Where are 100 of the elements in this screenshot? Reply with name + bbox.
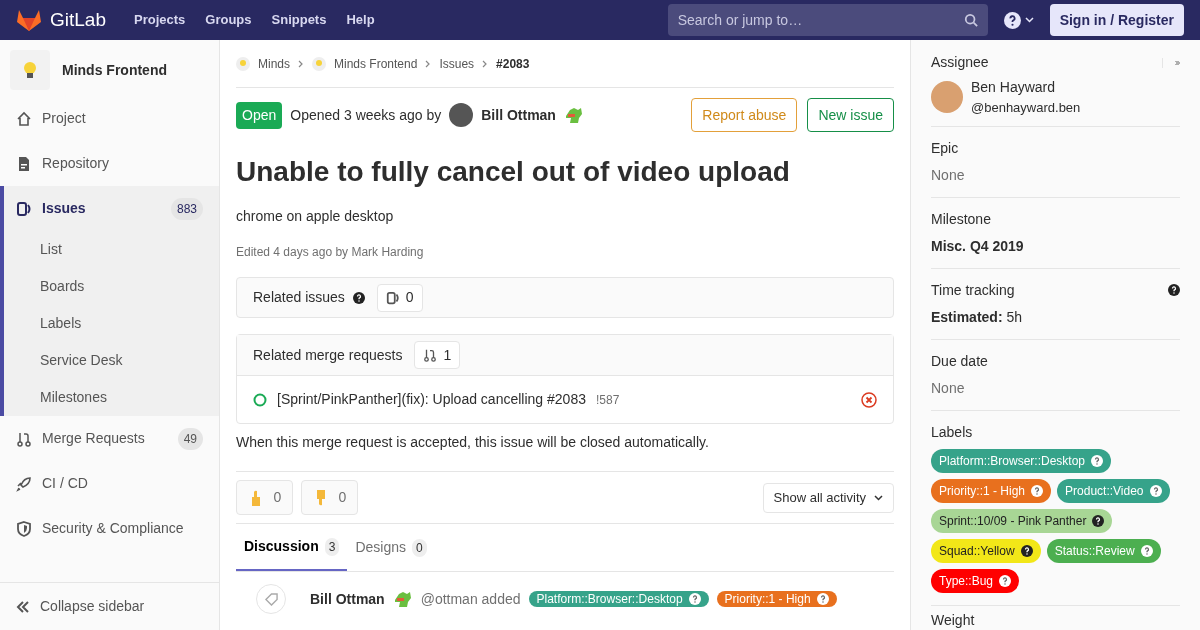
assignee-username: @benhayward.ben	[971, 99, 1081, 117]
section-heading: Assignee	[931, 53, 989, 72]
sidebar-item[interactable]: Project	[4, 96, 219, 141]
status-badge: Open	[236, 101, 283, 129]
help-icon	[1149, 484, 1162, 497]
breadcrumb-link[interactable]: Minds Frontend	[312, 54, 418, 73]
section-heading: Epic	[931, 138, 959, 158]
author-link[interactable]: Bill Ottman	[481, 104, 556, 126]
project-name[interactable]: Minds Frontend	[62, 59, 167, 81]
breadcrumb-link[interactable]: Minds	[236, 54, 290, 73]
card-title: Related merge requests	[253, 345, 403, 365]
nav-link[interactable]: Help	[346, 10, 375, 30]
count-badge: 1	[414, 341, 461, 369]
sidebar-item[interactable]: Merge Requests 49	[4, 416, 219, 461]
sign-in-button[interactable]: Sign in / Register	[1049, 4, 1184, 36]
activity-text: @ottman added	[420, 589, 521, 609]
issue-description: chrome on apple desktop	[236, 207, 395, 226]
rocket-icon	[16, 475, 32, 492]
action-button[interactable]: New issue	[807, 98, 894, 132]
help-icon	[1031, 484, 1044, 497]
count-badge: 0	[412, 538, 427, 557]
fox-logo-icon	[16, 8, 42, 32]
help-icon	[1092, 514, 1105, 527]
help-icon	[999, 574, 1012, 587]
search-icon	[963, 13, 978, 27]
tag-icon	[256, 584, 286, 614]
brand-name[interactable]: GitLab	[50, 5, 106, 35]
section-heading: Labels	[931, 423, 973, 440]
breadcrumb-link[interactable]: #2083	[496, 54, 530, 73]
sidebar-subitem[interactable]: List	[4, 231, 219, 268]
sidebar-item[interactable]: CI / CD	[4, 461, 219, 506]
count-badge: 883	[170, 197, 203, 220]
sidebar-subitem[interactable]: Boards	[4, 268, 219, 305]
label-badge[interactable]: Squad::Yellow	[931, 538, 1041, 563]
author-link[interactable]: Bill Ottman	[310, 588, 385, 610]
tab[interactable]: Designs 0	[347, 524, 435, 571]
open-status-icon	[253, 392, 267, 407]
remove-icon[interactable]	[861, 391, 877, 408]
section-value: Estimated: 5h	[931, 307, 1024, 327]
home-icon	[16, 110, 32, 127]
section-heading: Time tracking	[931, 280, 1015, 300]
opened-text: Opened 3 weeks ago by	[290, 105, 442, 125]
issues-icon	[385, 290, 400, 305]
section-value: None	[931, 165, 966, 185]
chevron-down-icon	[874, 494, 883, 501]
activity-filter-dropdown[interactable]: Show all activity	[762, 482, 894, 513]
document-icon	[16, 155, 32, 172]
merge-request-ref: !587	[595, 391, 620, 409]
double-chevron-left-icon	[16, 600, 30, 613]
count-badge: 3	[324, 537, 340, 556]
section-value: None	[931, 378, 966, 398]
help-icon	[352, 291, 365, 304]
chevron-right-icon	[482, 59, 489, 68]
nav-link[interactable]: Projects	[134, 10, 186, 30]
card-title: Related issues	[253, 288, 345, 307]
help-icon	[1140, 544, 1153, 557]
section-heading: Weight	[931, 611, 976, 628]
issues-icon	[16, 200, 32, 217]
assignee-avatar	[931, 81, 963, 114]
sidebar-item[interactable]: Security & Compliance	[4, 506, 219, 551]
merge-note: When this merge request is accepted, this issue will be closed automatically.	[236, 432, 894, 472]
merge-request-icon	[423, 348, 438, 362]
section-heading: Milestone	[931, 209, 991, 229]
help-dropdown[interactable]	[1003, 11, 1034, 29]
sidebar-item[interactable]: Repository	[4, 141, 219, 186]
breadcrumb-link[interactable]: Issues	[439, 54, 475, 73]
lightbulb-icon	[236, 56, 250, 71]
merge-request-icon	[16, 430, 32, 447]
section-heading: Due date	[931, 351, 988, 371]
shield-icon	[16, 520, 32, 537]
sidebar-subitem[interactable]: Milestones	[4, 379, 219, 416]
help-icon	[1020, 544, 1033, 557]
section-value[interactable]: Misc. Q4 2019	[931, 235, 1180, 257]
sidebar-subitem[interactable]: Labels	[4, 305, 219, 342]
label-badge[interactable]: Type::Bug	[931, 568, 1020, 593]
chevron-right-icon	[425, 59, 432, 68]
chevron-down-icon	[1024, 17, 1034, 23]
label-badge[interactable]: Sprint::10/09 - Pink Panther	[931, 508, 1113, 533]
nav-link[interactable]: Snippets	[271, 10, 327, 30]
chevron-right-icon	[298, 59, 304, 68]
sidebar-item[interactable]: Issues 883	[4, 186, 219, 231]
help-icon	[1091, 454, 1104, 467]
issue-title: Unable to fully cancel out of video upload	[236, 155, 791, 189]
nav-link[interactable]: Groups	[205, 10, 252, 30]
merge-request-link[interactable]: [Sprint/PinkPanther](fix): Upload cancelling #2083	[277, 389, 586, 410]
award-button[interactable]: 0	[301, 480, 358, 515]
tab[interactable]: Discussion 3	[236, 524, 348, 571]
help-icon	[688, 593, 701, 605]
count-badge: 49	[177, 427, 203, 450]
help-icon	[816, 593, 829, 605]
lightbulb-icon	[23, 61, 37, 79]
author-avatar	[449, 103, 474, 127]
collapse-sidebar-button[interactable]: Collapse sidebar	[0, 582, 219, 630]
assignee-name[interactable]: Ben Hayward	[971, 77, 1081, 98]
award-button[interactable]: 0	[236, 480, 293, 515]
lightbulb-icon	[312, 56, 326, 71]
count-badge: 0	[376, 283, 423, 312]
help-icon	[1003, 11, 1021, 29]
search-field[interactable]: Search or jump to…	[667, 4, 988, 36]
sidebar-subitem[interactable]: Service Desk	[4, 342, 219, 379]
